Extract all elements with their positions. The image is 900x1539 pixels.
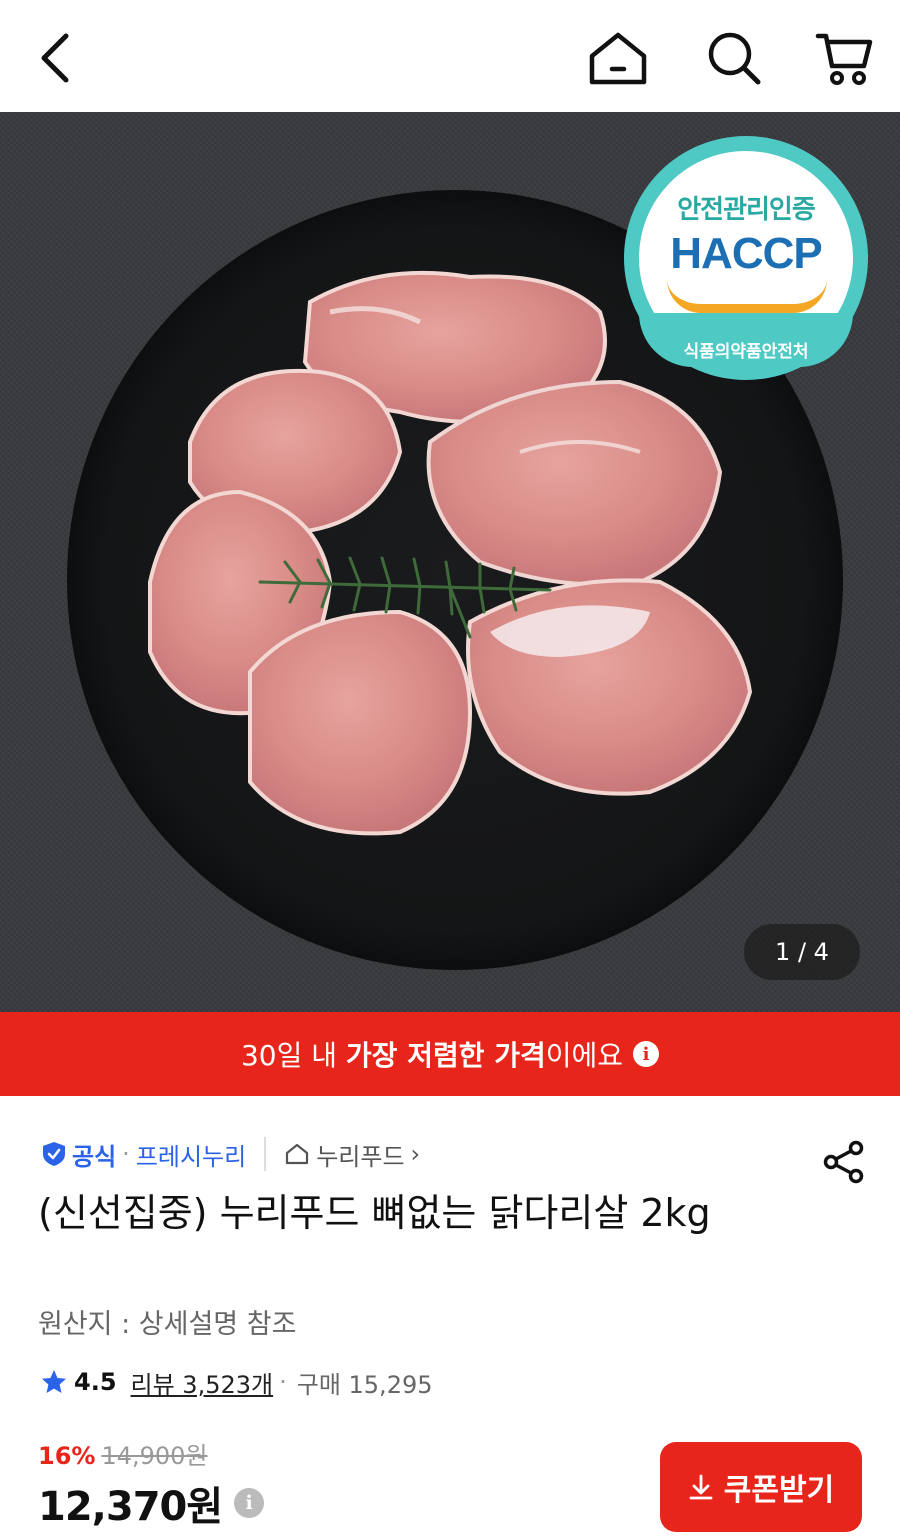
- seller-row: 공식 · 프레시누리 누리푸드 ›: [40, 1134, 420, 1174]
- back-arrow-icon: [41, 33, 69, 83]
- store-home-icon: [286, 1143, 309, 1165]
- image-page-indicator: 1 / 4: [744, 924, 860, 980]
- cart-icon: [815, 33, 873, 85]
- download-arrow-icon: [689, 1474, 713, 1500]
- haccp-badge-inner: 안전관리인증 HACCP 식품의약품안전처: [639, 151, 853, 367]
- divider: [264, 1137, 267, 1171]
- share-icon: [823, 1140, 864, 1184]
- back-button[interactable]: [20, 22, 92, 94]
- rating-value: 4.5: [74, 1368, 117, 1396]
- haccp-arc: [667, 279, 827, 313]
- search-icon: [708, 32, 761, 85]
- coupon-label: 쿠폰받기: [723, 1473, 835, 1508]
- chicken-piece: [248, 609, 473, 836]
- separator-dot: ·: [279, 1368, 287, 1396]
- price-row: 12,370원 i: [38, 1474, 265, 1532]
- info-icon[interactable]: i: [633, 1041, 660, 1067]
- discount-rate: 16%: [38, 1442, 96, 1470]
- haccp-top-text: 안전관리인증: [677, 195, 816, 225]
- share-button[interactable]: [816, 1134, 872, 1190]
- sale-price: 12,370원: [38, 1484, 223, 1530]
- star-icon: [42, 1370, 66, 1393]
- product-title: (신선집중) 누리푸드 뼈없는 닭다리살 2kg: [38, 1191, 711, 1235]
- coupon-download-button[interactable]: 쿠폰받기: [660, 1442, 862, 1532]
- home-button[interactable]: [580, 20, 656, 96]
- brand-link[interactable]: 누리푸드 ›: [284, 1137, 420, 1172]
- search-button[interactable]: [696, 20, 772, 96]
- origin-info: 원산지 : 상세설명 참조: [38, 1309, 297, 1340]
- promo-suffix: 이에요: [545, 1039, 624, 1072]
- separator-dot: ·: [122, 1140, 130, 1168]
- haccp-main-text: HACCP: [670, 229, 822, 278]
- top-bar: [0, 0, 900, 112]
- promo-highlight: 가장 저렴한 가격: [345, 1039, 546, 1072]
- brand-label: 누리푸드: [316, 1142, 405, 1171]
- shield-check-icon: [43, 1142, 65, 1166]
- product-image-carousel[interactable]: 안전관리인증 HACCP 식품의약품안전처 1 / 4: [0, 112, 900, 1012]
- cart-button[interactable]: [806, 20, 882, 96]
- haccp-bottom-text: 식품의약품안전처: [683, 342, 809, 362]
- purchase-count: 구매 15,295: [296, 1370, 433, 1399]
- chevron-right-icon: ›: [410, 1140, 421, 1168]
- discount-row: 16% 14,900원: [38, 1436, 208, 1471]
- rating-row: 4.5 리뷰 3,523개 · 구매 15,295: [40, 1362, 433, 1402]
- lowest-price-banner[interactable]: 30일 내 가장 저렴한 가격 이에요 i: [0, 1012, 900, 1096]
- review-link[interactable]: 리뷰 3,523개: [131, 1365, 274, 1400]
- official-label: 공식: [72, 1142, 117, 1171]
- haccp-badge: 안전관리인증 HACCP 식품의약품안전처: [624, 136, 868, 380]
- home-icon: [589, 32, 647, 85]
- price-info-icon[interactable]: i: [234, 1488, 265, 1518]
- promo-prefix: 30일 내: [240, 1039, 346, 1072]
- original-price: 14,900원: [101, 1442, 208, 1470]
- official-badge: 공식: [40, 1137, 116, 1172]
- seller-link[interactable]: 프레시누리: [136, 1137, 246, 1172]
